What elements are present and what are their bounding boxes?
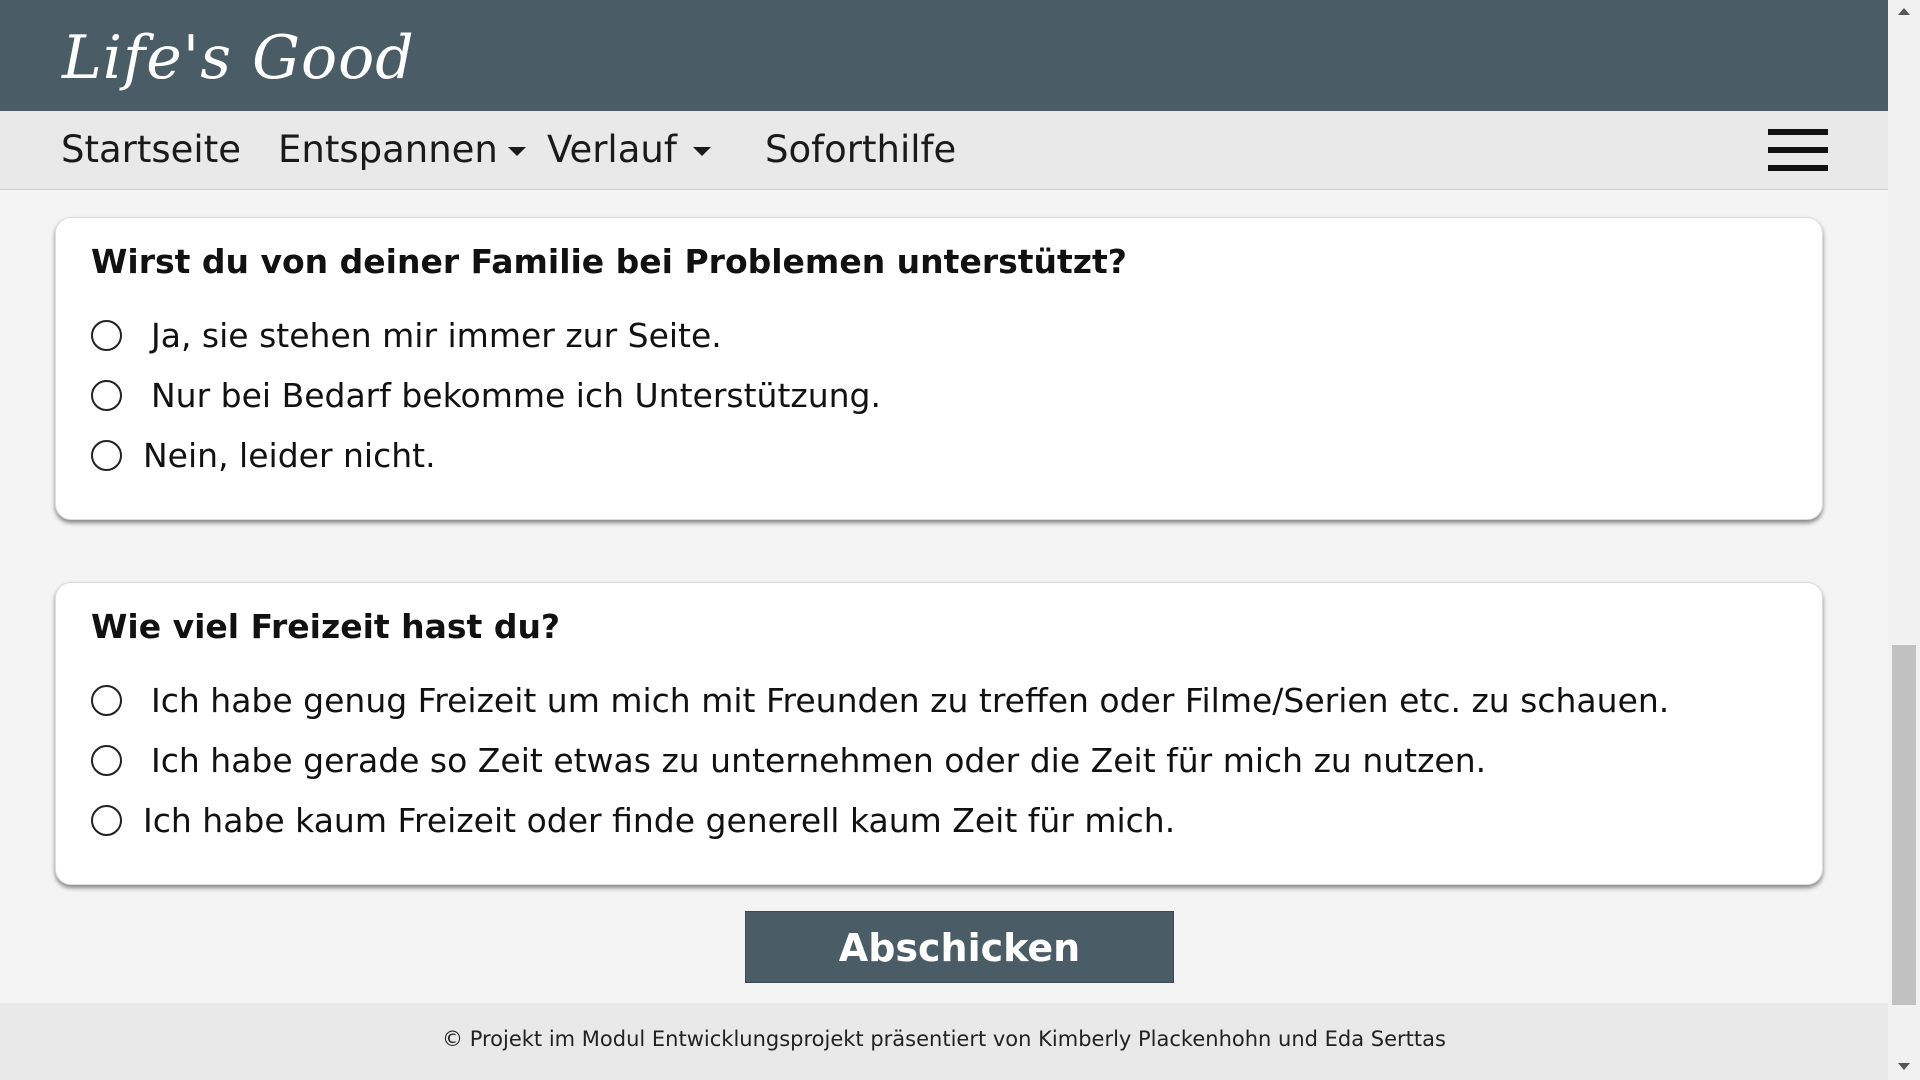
nav-item-entspannen[interactable]: Entspannen: [278, 111, 526, 189]
site-logo[interactable]: Life's Good: [62, 18, 415, 98]
site-header: Life's Good: [0, 0, 1888, 111]
answer-label: Nur bei Bedarf bekomme ich Unterstützung…: [151, 376, 881, 415]
answer-label: Ich habe gerade so Zeit etwas zu unterne…: [151, 741, 1487, 780]
hamburger-line: [1768, 129, 1828, 135]
footer-copyright: © Projekt im Modul Entwicklungsprojekt p…: [442, 1027, 1446, 1051]
submit-button[interactable]: Abschicken: [745, 911, 1174, 983]
radio-button[interactable]: [91, 320, 122, 351]
question-card-free-time: Wie viel Freizeit hast du? Ich habe genu…: [55, 582, 1823, 885]
caret-down-icon: [692, 147, 711, 156]
radio-button[interactable]: [91, 380, 122, 411]
page-viewport: Life's Good Startseite Entspannen Verlau…: [0, 0, 1888, 1080]
radio-button[interactable]: [91, 440, 122, 471]
scrollbar-thumb[interactable]: [1892, 645, 1916, 1005]
hamburger-menu-icon[interactable]: [1768, 129, 1828, 171]
question-card-family-support: Wirst du von deiner Familie bei Probleme…: [55, 217, 1823, 520]
nav-item-soforthilfe[interactable]: Soforthilfe: [765, 111, 956, 189]
hamburger-line: [1768, 147, 1828, 153]
nav-item-label: Entspannen: [278, 128, 498, 171]
main-navigation: Startseite Entspannen Verlauf Soforthilf…: [0, 111, 1888, 190]
nav-item-verlauf[interactable]: Verlauf: [547, 111, 711, 189]
radio-button[interactable]: [91, 805, 122, 836]
radio-button[interactable]: [91, 745, 122, 776]
answer-label: Nein, leider nicht.: [143, 436, 436, 475]
question-title: Wirst du von deiner Familie bei Probleme…: [91, 242, 1127, 281]
hamburger-line: [1768, 165, 1828, 171]
nav-item-startseite[interactable]: Startseite: [61, 111, 241, 189]
answer-label: Ich habe kaum Freizeit oder finde genere…: [143, 801, 1176, 840]
radio-button[interactable]: [91, 685, 122, 716]
vertical-scrollbar[interactable]: [1888, 0, 1920, 1080]
scroll-down-arrow-icon[interactable]: [1898, 1063, 1910, 1070]
scroll-up-arrow-icon[interactable]: [1898, 8, 1910, 15]
nav-item-label: Verlauf: [547, 128, 677, 171]
question-title: Wie viel Freizeit hast du?: [91, 607, 561, 646]
answer-label: Ja, sie stehen mir immer zur Seite.: [151, 316, 722, 355]
caret-down-icon: [507, 147, 526, 156]
answer-label: Ich habe genug Freizeit um mich mit Freu…: [151, 681, 1670, 720]
nav-item-label: Startseite: [61, 128, 241, 171]
site-footer: © Projekt im Modul Entwicklungsprojekt p…: [0, 1003, 1888, 1080]
nav-item-label: Soforthilfe: [765, 128, 957, 171]
